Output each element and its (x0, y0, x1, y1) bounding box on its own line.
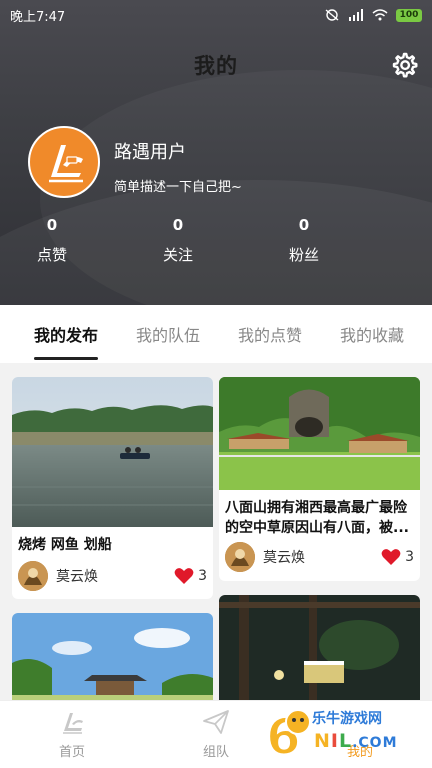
heart-icon (174, 568, 194, 584)
battery-icon: 100 (396, 8, 422, 22)
post-image (219, 595, 420, 703)
profile-tabs: 我的发布 我的队伍 我的点赞 我的收藏 (0, 305, 432, 363)
home-logo-icon (63, 713, 83, 734)
user-name: 路遇用户 (114, 142, 186, 163)
author-avatar[interactable] (18, 561, 48, 591)
post-meta: 莫云焕 3 (12, 555, 213, 597)
watermark-domain: NIL.COM (314, 730, 398, 752)
author-name[interactable]: 莫云焕 (263, 547, 381, 567)
stats-row: 0 点赞 0 关注 0 粉丝 (0, 216, 432, 265)
tab-my-teams[interactable]: 我的队伍 (136, 322, 200, 346)
paper-plane-icon (203, 710, 229, 734)
status-time: 晚上7:47 (10, 9, 66, 25)
author-avatar[interactable] (225, 542, 255, 572)
top-bar: 我的 (0, 40, 432, 90)
user-avatar[interactable] (28, 126, 100, 198)
stat-following-label: 关注 (162, 246, 193, 264)
tab-my-posts[interactable]: 我的发布 (34, 322, 99, 360)
like-count[interactable]: 3 (381, 548, 414, 566)
like-count-value: 3 (198, 568, 207, 584)
post-feed: 烧烤 网鱼 划船 莫云焕 3 八面山拥有湘西最高最广最险的空中草原因山有八面，被… (0, 363, 432, 703)
settings-gear-icon[interactable] (390, 51, 418, 79)
post-card[interactable] (12, 613, 213, 703)
stat-followers-value: 0 (298, 216, 310, 234)
post-meta: 莫云焕 3 (219, 536, 420, 578)
heart-icon (381, 549, 401, 565)
post-image (12, 377, 213, 527)
alarm-icon (325, 9, 339, 21)
stat-following-value: 0 (172, 216, 184, 234)
post-title: 烧烤 网鱼 划船 (18, 537, 112, 553)
tab-my-favorites[interactable]: 我的收藏 (340, 322, 404, 346)
stat-followers[interactable]: 0 粉丝 (232, 216, 376, 265)
watermark-text: 乐牛游戏网 (312, 711, 382, 727)
user-bio[interactable]: 简单描述一下自己把~ (114, 176, 242, 195)
post-card[interactable] (219, 595, 420, 703)
nav-home[interactable]: 首页 (0, 701, 144, 768)
page-title: 我的 (194, 54, 238, 78)
author-name[interactable]: 莫云焕 (56, 566, 174, 586)
post-title: 八面山拥有湘西最高最广最险的空中草原因山有八面，被... (225, 500, 409, 536)
post-image (219, 377, 420, 490)
post-image (12, 613, 213, 703)
profile-header: 晚上7:47 100 我的 路遇用户 简单描述一下自己把~ 0 点赞 0 关注 … (0, 0, 432, 305)
wifi-icon (372, 9, 388, 21)
stat-following[interactable]: 0 关注 (106, 216, 250, 265)
app-logo-icon (49, 145, 83, 183)
tab-my-likes[interactable]: 我的点赞 (238, 322, 302, 346)
nav-home-label: 首页 (58, 745, 85, 760)
post-card[interactable]: 八面山拥有湘西最高最广最险的空中草原因山有八面，被... 莫云焕 3 (219, 377, 420, 581)
watermark-logo: 6 乐牛游戏网 NIL.COM (262, 700, 432, 768)
like-count-value: 3 (405, 549, 414, 565)
like-count[interactable]: 3 (174, 567, 207, 585)
stat-followers-label: 粉丝 (288, 246, 319, 264)
post-card[interactable]: 烧烤 网鱼 划船 莫云焕 3 (12, 377, 213, 599)
signal-icon (349, 9, 363, 21)
status-bar: 晚上7:47 100 (0, 0, 432, 30)
nav-team-label: 组队 (202, 745, 229, 760)
